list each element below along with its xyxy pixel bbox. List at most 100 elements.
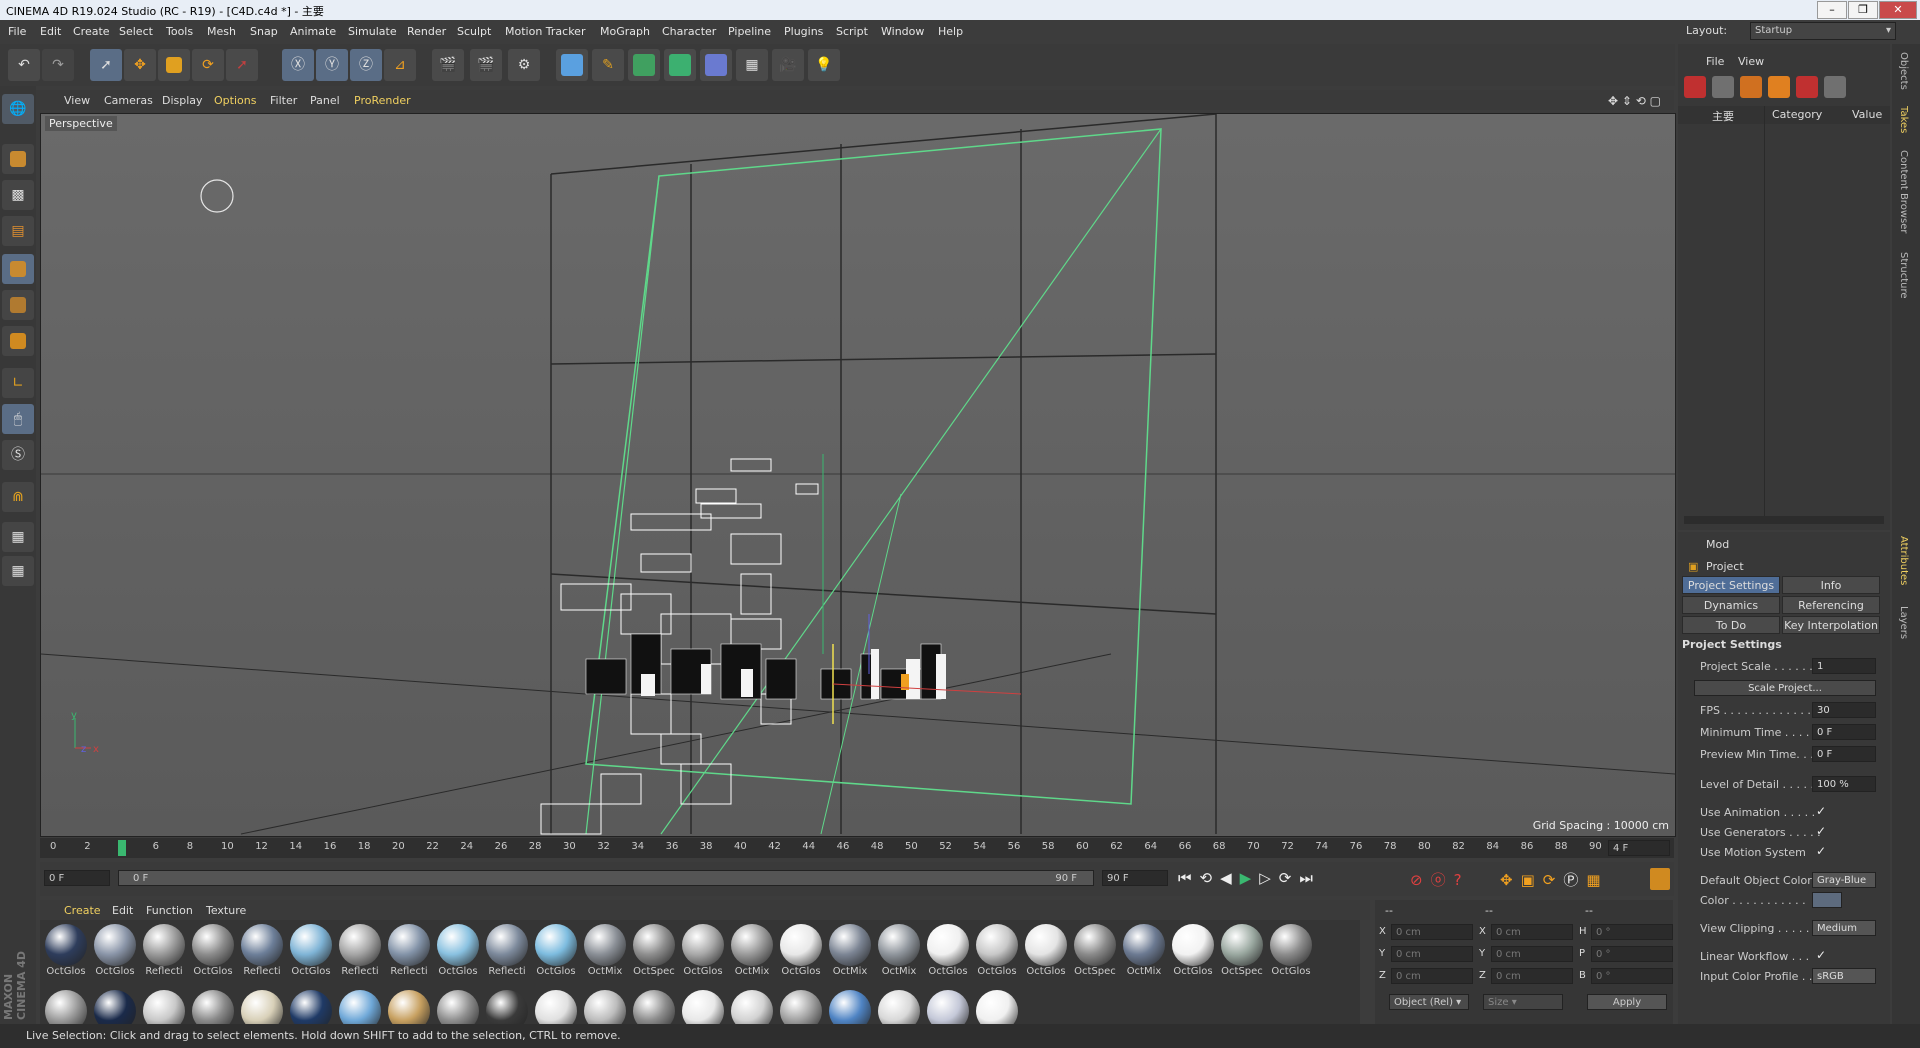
material-swatch[interactable] [142, 990, 186, 1024]
tag-object-icon[interactable] [1768, 76, 1790, 98]
object-scrollbar[interactable] [1684, 516, 1884, 524]
tab-referencing[interactable]: Referencing [1782, 596, 1880, 614]
key-position-icon[interactable]: ✥ [1500, 871, 1521, 889]
material-swatch[interactable]: OctMix [828, 924, 872, 982]
material-swatch[interactable]: OctMix [583, 924, 627, 982]
object-root-label[interactable]: 主要 [1712, 108, 1734, 124]
obj-menu-view[interactable]: View [1738, 55, 1764, 68]
use-animation-checkbox[interactable]: ✓ [1816, 804, 1826, 818]
material-swatch[interactable]: Reflecti [142, 924, 186, 982]
make-editable-button[interactable]: 🌐 [2, 94, 34, 124]
y-axis-button[interactable]: Ⓨ [316, 49, 348, 81]
side-tab-content-browser[interactable]: Content Browser [1898, 150, 1909, 233]
material-swatch[interactable] [436, 990, 480, 1024]
timeline-button[interactable] [1650, 868, 1670, 890]
material-swatch[interactable]: OctGlos [436, 924, 480, 982]
menu-help[interactable]: Help [938, 25, 963, 38]
use-generators-checkbox[interactable]: ✓ [1816, 824, 1826, 838]
material-swatch[interactable]: Reflecti [387, 924, 431, 982]
menu-character[interactable]: Character [662, 25, 716, 38]
material-swatch[interactable] [583, 990, 627, 1024]
tab-to-do[interactable]: To Do [1682, 616, 1780, 634]
null-object-icon[interactable] [1712, 76, 1734, 98]
material-swatch[interactable] [632, 990, 676, 1024]
material-swatch[interactable] [289, 990, 333, 1024]
material-swatch[interactable]: OctMix [730, 924, 774, 982]
material-swatch[interactable] [44, 990, 88, 1024]
current-frame-field[interactable]: 4 F [1608, 840, 1670, 856]
coord-mode-dropdown[interactable]: Object (Rel) ▾ [1389, 994, 1469, 1010]
scale-tool-button[interactable] [158, 49, 190, 81]
render-view-button[interactable]: 🎬 [432, 49, 464, 81]
cube-button[interactable] [556, 49, 588, 81]
material-swatch[interactable]: OctMix [877, 924, 921, 982]
material-swatch[interactable]: OctGlos [44, 924, 88, 982]
view-clipping-dropdown[interactable]: Medium [1812, 920, 1876, 936]
material-swatch[interactable]: OctGlos [779, 924, 823, 982]
material-swatch[interactable] [93, 990, 137, 1024]
coord-value-field[interactable]: 0 ° [1591, 968, 1673, 984]
material-swatch[interactable] [828, 990, 872, 1024]
material-swatch[interactable] [240, 990, 284, 1024]
material-swatch[interactable]: OctMix [1122, 924, 1166, 982]
next-key-icon[interactable]: ⟳ [1279, 869, 1300, 887]
points-mode-button[interactable] [2, 254, 34, 284]
menu-pipeline[interactable]: Pipeline [728, 25, 771, 38]
fps-field[interactable]: 30 [1812, 702, 1876, 718]
material-swatch[interactable]: OctSpec [1220, 924, 1264, 982]
mat-menu-edit[interactable]: Edit [112, 904, 133, 917]
mat-menu-texture[interactable]: Texture [206, 904, 246, 917]
magnet-button[interactable]: ⋒ [2, 482, 34, 512]
render-object-icon[interactable] [1684, 76, 1706, 98]
undo-button[interactable]: ↶ [8, 49, 40, 81]
coord-value-field[interactable]: 0 cm [1391, 968, 1473, 984]
vp-menu-prorender[interactable]: ProRender [354, 94, 411, 107]
render-settings-button[interactable]: ⚙ [508, 49, 540, 81]
material-swatch[interactable]: OctGlos [1171, 924, 1215, 982]
live-selection-button[interactable]: ➚ [90, 49, 122, 81]
material-swatch[interactable]: OctSpec [632, 924, 676, 982]
mat-menu-create[interactable]: Create [64, 904, 101, 917]
tab-dynamics[interactable]: Dynamics [1682, 596, 1780, 614]
light-object-icon[interactable] [1740, 76, 1762, 98]
default-object-color-dropdown[interactable]: Gray-Blue [1812, 872, 1876, 888]
key-help-icon[interactable]: ? [1454, 871, 1470, 889]
camera-button[interactable]: 🎥 [772, 49, 804, 81]
menu-select[interactable]: Select [119, 25, 153, 38]
tab-info[interactable]: Info [1782, 576, 1880, 594]
menu-edit[interactable]: Edit [40, 25, 61, 38]
move-tool-button[interactable]: ✥ [124, 49, 156, 81]
coord-value-field[interactable]: 0 cm [1391, 924, 1473, 940]
coord-value-field[interactable]: 0 cm [1491, 924, 1573, 940]
material-swatch[interactable]: OctGlos [93, 924, 137, 982]
material-swatch[interactable]: Reflecti [338, 924, 382, 982]
timeline-ruler[interactable]: 0 2 46 8 10 12 14 16 18 20 22 24 26 28 30 32 34 36 38 40 42 4… [40, 838, 1674, 858]
side-tab-objects[interactable]: Objects [1898, 52, 1909, 90]
go-to-start-icon[interactable]: ⏮ [1178, 869, 1200, 887]
project-scale-field[interactable]: 1 [1812, 658, 1876, 674]
end-frame-field[interactable]: 90 F [1102, 870, 1168, 886]
material-swatch[interactable]: OctGlos [975, 924, 1019, 982]
minimize-button[interactable]: – [1817, 1, 1847, 19]
coordinate-system-button[interactable]: ⊿ [384, 49, 416, 81]
minimum-time-field[interactable]: 0 F [1812, 724, 1876, 740]
recent-tool-button[interactable]: ➚ [226, 49, 258, 81]
menu-create[interactable]: Create [73, 25, 110, 38]
tab-project-settings[interactable]: Project Settings [1682, 576, 1780, 594]
axis-mode-button[interactable]: ∟ [2, 368, 34, 398]
snap-button[interactable]: Ⓢ [2, 440, 34, 470]
material-swatch[interactable]: Reflecti [240, 924, 284, 982]
record-controls[interactable]: ⊘ⓞ? [1410, 869, 1470, 890]
vp-menu-display[interactable]: Display [162, 94, 203, 107]
timeline-playhead[interactable] [118, 840, 126, 856]
subdivision-button[interactable] [628, 49, 660, 81]
side-tab-attributes[interactable]: Attributes [1898, 536, 1909, 585]
maximize-button[interactable]: ❐ [1848, 1, 1878, 19]
key-pla-icon[interactable]: ▦ [1586, 871, 1608, 889]
workplane-button[interactable]: ▤ [2, 216, 34, 246]
camera-object-icon[interactable] [1796, 76, 1818, 98]
playback-controls[interactable]: ⏮⟲◀▶▷⟳⏭ [1178, 869, 1321, 887]
auto-key-icon[interactable]: ⓞ [1431, 871, 1454, 889]
vp-menu-filter[interactable]: Filter [270, 94, 297, 107]
attr-mode-menu[interactable]: Mod [1706, 538, 1729, 551]
